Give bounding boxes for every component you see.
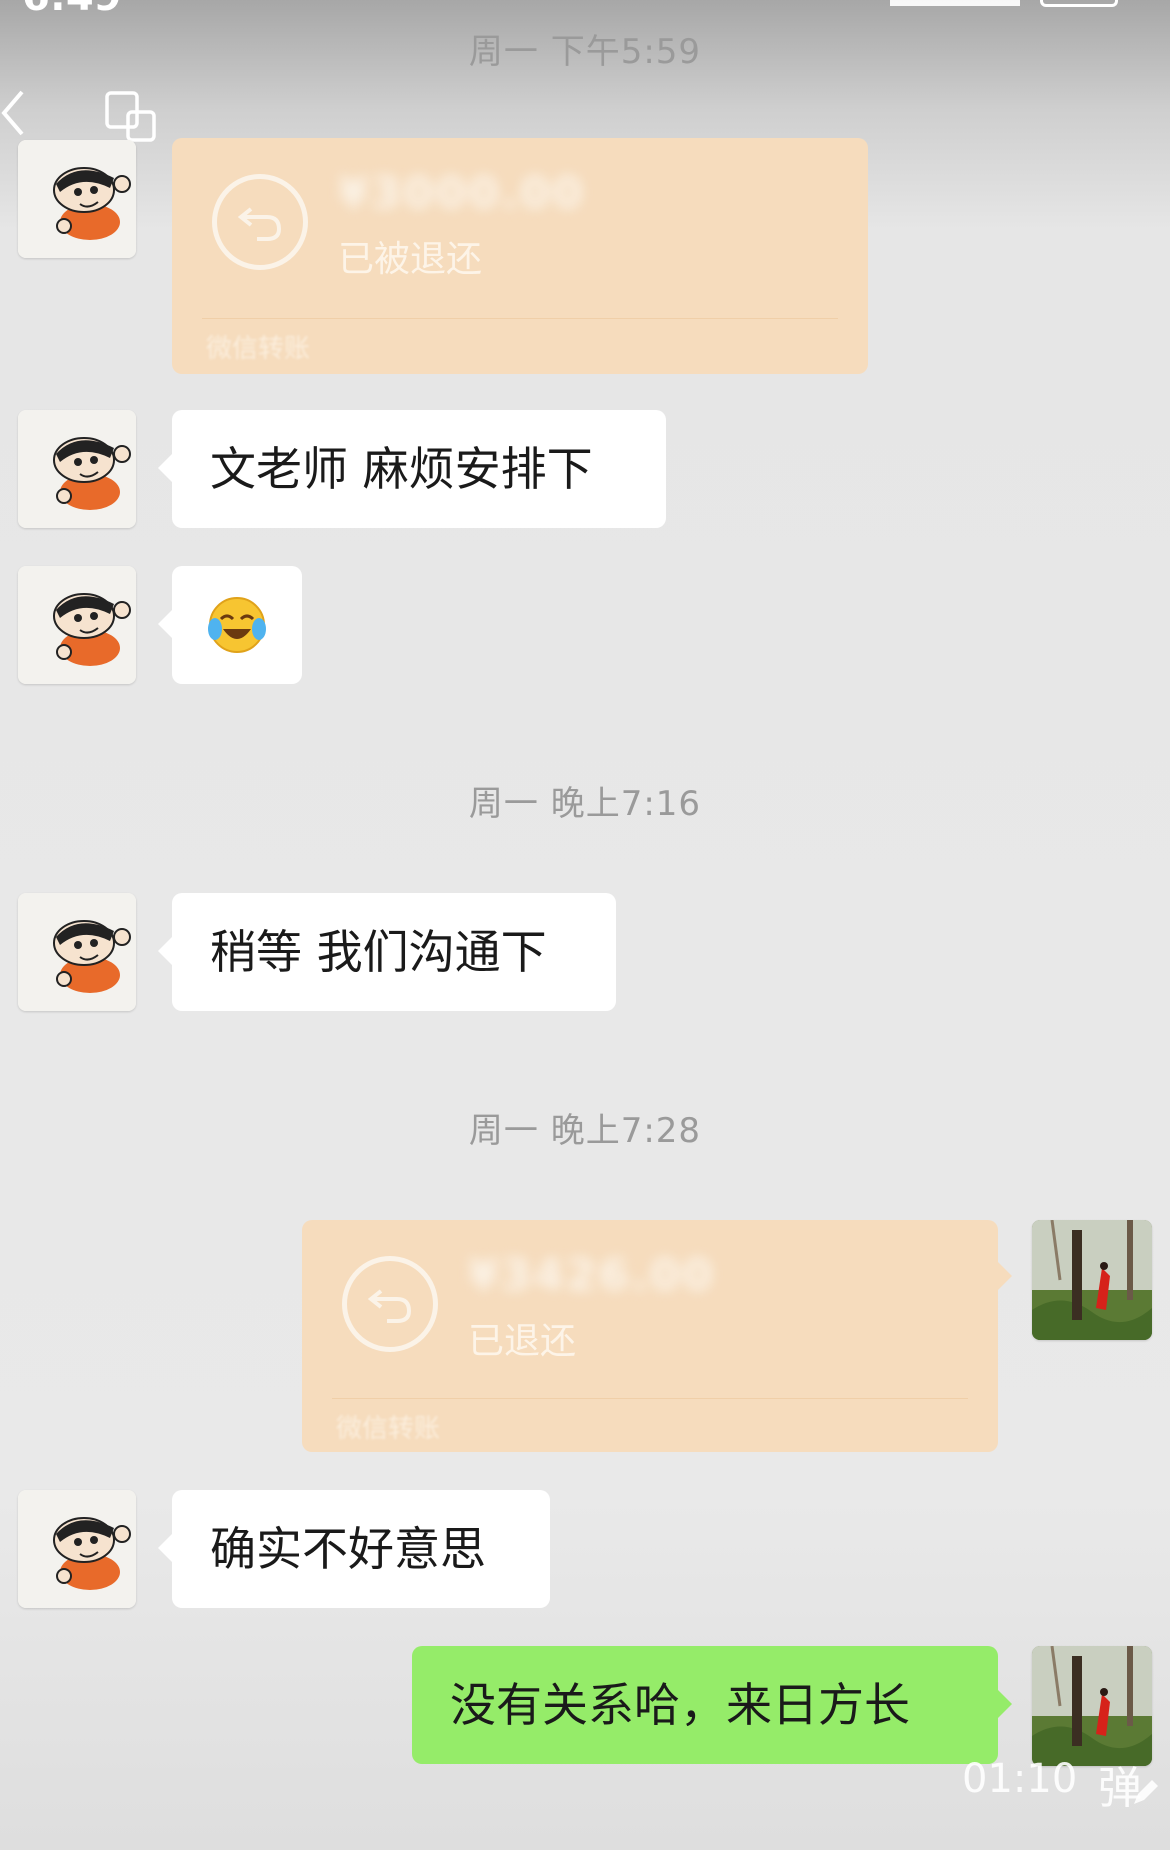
forest-photo-avatar-icon <box>1032 1646 1152 1766</box>
cartoon-avatar-icon <box>18 1490 136 1608</box>
timestamp: 周一 晚上7:16 <box>468 784 702 824</box>
timestamp: 周一 下午5:59 <box>468 32 702 72</box>
cartoon-avatar-icon <box>18 140 136 258</box>
divider <box>332 1398 968 1399</box>
back-button[interactable] <box>0 88 40 148</box>
avatar[interactable] <box>18 1490 136 1608</box>
transfer-amount: ¥3000.00 <box>338 168 586 219</box>
battery-icon <box>1040 0 1118 7</box>
message-bubble[interactable]: 确实不好意思 <box>158 1490 550 1608</box>
danmaku-toggle[interactable]: 弹 <box>1098 1752 1158 1814</box>
cartoon-avatar-icon <box>18 410 136 528</box>
my-avatar[interactable] <box>1032 1646 1152 1766</box>
avatar[interactable] <box>18 410 136 528</box>
transfer-status: 已退还 <box>468 1321 577 1362</box>
tears-of-joy-emoji-icon <box>208 597 266 653</box>
transfer-status: 已被退还 <box>338 239 483 280</box>
pencil-icon <box>1134 1780 1158 1804</box>
transfer-footer: 微信转账 <box>206 334 311 364</box>
bubble-tail <box>998 1262 1012 1290</box>
cartoon-avatar-icon <box>18 566 136 684</box>
message-bubble[interactable]: 稍等 我们沟通下 <box>158 893 616 1011</box>
signal-icon <box>890 0 1020 6</box>
forest-photo-avatar-icon <box>1032 1220 1152 1340</box>
my-avatar[interactable] <box>1032 1220 1152 1340</box>
chevron-left-icon <box>1 90 24 136</box>
avatar[interactable] <box>18 566 136 684</box>
return-icon <box>342 1256 438 1352</box>
window-icon-button[interactable] <box>104 90 158 144</box>
transfer-footer: 微信转账 <box>336 1414 441 1444</box>
message-bubble[interactable]: 文老师 麻烦安排下 <box>158 410 666 528</box>
timestamp: 周一 晚上7:28 <box>468 1111 702 1151</box>
multi-window-icon <box>105 91 156 142</box>
avatar[interactable] <box>18 140 136 258</box>
return-icon <box>212 174 308 270</box>
avatar[interactable] <box>18 893 136 1011</box>
status-bar: 6:49 <box>0 0 1170 20</box>
video-timestamp: 01:10 <box>962 1756 1078 1802</box>
transfer-card[interactable]: ¥3426.00 已退还 微信转账 <box>302 1220 998 1452</box>
emoji-bubble[interactable]: 😂 <box>158 566 302 684</box>
my-message-bubble[interactable]: 没有关系哈，来日方长 <box>412 1646 1012 1764</box>
status-time: 6:49 <box>22 0 122 20</box>
cartoon-avatar-icon <box>18 893 136 1011</box>
transfer-amount: ¥3426.00 <box>468 1250 716 1301</box>
transfer-card[interactable]: ¥3000.00 已被退还 微信转账 <box>172 138 868 374</box>
divider <box>202 318 838 319</box>
